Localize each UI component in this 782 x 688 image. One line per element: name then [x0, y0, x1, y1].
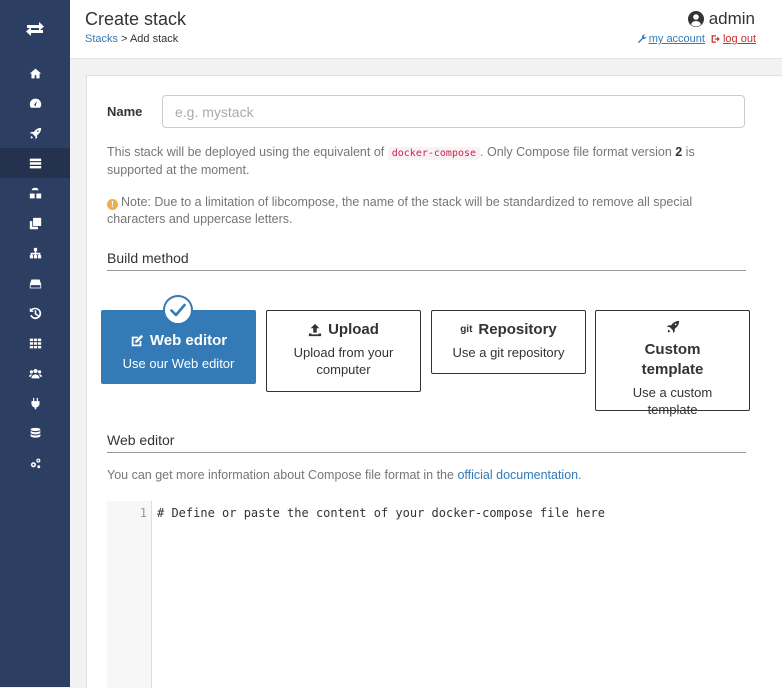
logo-swap-icon[interactable] — [0, 0, 70, 58]
rocket-icon — [29, 127, 41, 139]
services-icon — [29, 187, 41, 198]
build-method-upload[interactable]: Upload Upload from your computer — [266, 310, 421, 392]
containers-icon — [29, 217, 41, 229]
network-icon — [29, 247, 41, 258]
page-title: Create stack — [85, 9, 187, 29]
sidebar-item-endpoints[interactable] — [0, 388, 70, 418]
upload-option-desc: Upload from your computer — [293, 345, 394, 377]
breadcrumb-current: Add stack — [129, 33, 179, 45]
web-editor-title: Web editor — [107, 432, 746, 453]
exclamation-circle-icon: ! — [107, 199, 118, 210]
check-circle-icon — [163, 295, 193, 325]
code-editor[interactable]: 1 # Define or paste the content of your … — [107, 501, 782, 688]
top-header: Create stack Stacks > Add stack admin my… — [70, 0, 782, 59]
sidebar-item-stacks[interactable] — [0, 148, 70, 178]
repository-option-desc: Use a git repository — [452, 345, 565, 360]
my-account-link[interactable]: my account — [637, 33, 705, 45]
name-label: Name — [107, 104, 143, 119]
sidebar-item-volumes[interactable] — [0, 268, 70, 298]
line-number: 1 — [139, 506, 147, 520]
editor-gutter: 1 — [107, 501, 152, 688]
sign-out-icon — [711, 35, 720, 43]
edit-icon — [131, 334, 143, 347]
user-menu: admin — [687, 9, 755, 29]
breadcrumb-stacks-link[interactable]: Stacks — [85, 33, 118, 45]
build-method-repository[interactable]: git Repository Use a git repository — [431, 310, 586, 374]
web-editor-option-desc: Use our Web editor — [122, 356, 235, 371]
sidebar-item-app-templates[interactable] — [0, 118, 70, 148]
repository-option-title: Repository — [478, 321, 557, 338]
my-account-label: my account — [648, 33, 705, 45]
sidebar-item-home[interactable] — [0, 58, 70, 88]
sidebar-item-containers[interactable] — [0, 208, 70, 238]
sidebar-item-networks[interactable] — [0, 238, 70, 268]
stack-name-input[interactable] — [162, 95, 745, 128]
wrench-icon — [637, 34, 647, 44]
web-editor-option-title: Web editor — [149, 332, 228, 349]
volumes-icon — [29, 278, 41, 288]
database-icon — [30, 427, 40, 438]
compose-doc-info: You can get more information about Compo… — [107, 468, 582, 482]
log-out-link[interactable]: log out — [711, 33, 756, 45]
sidebar-item-settings[interactable] — [0, 448, 70, 478]
log-out-label: log out — [722, 33, 756, 45]
create-stack-panel: Name This stack will be deployed using t… — [86, 75, 782, 688]
custom-template-option-desc: Use a custom template — [632, 385, 713, 417]
users-icon — [28, 368, 42, 378]
breadcrumb-separator: > — [118, 33, 130, 45]
sidebar-item-registries[interactable] — [0, 418, 70, 448]
docker-compose-code: docker-compose — [387, 147, 481, 160]
sidebar-item-events[interactable] — [0, 298, 70, 328]
deploy-note: This stack will be deployed using the eq… — [107, 145, 695, 177]
editor-content[interactable]: # Define or paste the content of your do… — [157, 506, 605, 520]
plug-icon — [30, 397, 40, 409]
git-icon: git — [460, 324, 473, 335]
user-circle-icon — [687, 11, 704, 27]
official-documentation-link[interactable]: official documentation — [457, 468, 578, 482]
templates-icon — [29, 338, 41, 348]
user-links: my account log out — [637, 33, 756, 45]
upload-icon — [308, 323, 322, 337]
rocket-icon — [666, 320, 679, 334]
sidebar-item-services[interactable] — [0, 178, 70, 208]
warning-note: ! Note: Due to a limitation of libcompose… — [107, 195, 693, 226]
home-icon — [29, 68, 41, 78]
build-method-title: Build method — [107, 250, 746, 271]
sidebar-item-dashboard[interactable] — [0, 88, 70, 118]
custom-template-option-title: Custom template — [641, 341, 704, 378]
breadcrumb: Stacks > Add stack — [85, 33, 178, 45]
sidebar — [0, 0, 70, 687]
dashboard-icon — [29, 98, 41, 108]
history-icon — [29, 307, 41, 319]
cogs-icon — [30, 458, 40, 468]
sidebar-item-users[interactable] — [0, 358, 70, 388]
build-method-custom-template[interactable]: Custom template Use a custom template — [595, 310, 750, 417]
upload-option-title: Upload — [328, 321, 379, 338]
sidebar-item-templates[interactable] — [0, 328, 70, 358]
stacks-icon — [29, 158, 41, 168]
username: admin — [708, 9, 755, 28]
build-method-web-editor[interactable]: Web editor Use our Web editor — [101, 295, 256, 384]
